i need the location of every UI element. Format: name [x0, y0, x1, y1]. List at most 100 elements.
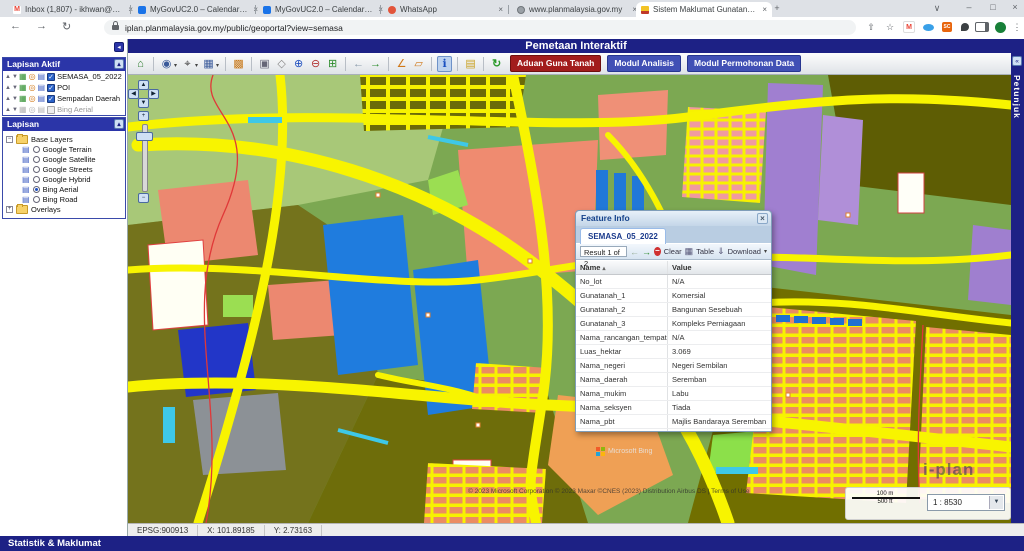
chevron-down-icon[interactable]: ▼ — [989, 496, 1003, 509]
move-down-icon[interactable]: ▼ — [12, 107, 18, 113]
layer-zoom-icon[interactable]: ◎ — [29, 105, 36, 114]
popup-title-bar[interactable]: Feature Info × — [576, 211, 771, 226]
search-icon[interactable]: ⌖ — [180, 56, 195, 72]
move-down-icon[interactable]: ▼ — [12, 85, 18, 91]
base-layer-radio[interactable] — [32, 185, 40, 193]
extensions-pin-icon[interactable] — [958, 20, 972, 34]
close-icon[interactable]: × — [757, 213, 768, 224]
pan-east-button[interactable]: ▶ — [148, 89, 159, 99]
identify-icon[interactable]: ℹ — [437, 55, 453, 72]
browser-menu-icon[interactable]: ⋮ — [1010, 20, 1024, 34]
tab-close-icon[interactable]: × — [762, 5, 767, 14]
clear-icon[interactable]: − — [654, 247, 661, 256]
legend-strip-label[interactable]: Petunjuk — [1012, 75, 1022, 119]
layer-zoom-icon[interactable]: ◎ — [29, 83, 36, 92]
move-down-icon[interactable]: ▼ — [12, 74, 18, 80]
attribute-row[interactable]: Nama_seksyen Tiada — [576, 401, 771, 415]
aduan-guna-tanah-button[interactable]: Aduan Guna Tanah — [510, 55, 602, 72]
dropdown-caret-icon[interactable]: ▾ — [764, 248, 767, 255]
scale-select[interactable]: 1 : 8530 ▼ — [927, 494, 1005, 511]
base-layer-radio[interactable] — [32, 175, 40, 183]
zoom-out-button[interactable]: − — [138, 193, 149, 203]
next-result-icon[interactable]: → — [642, 247, 651, 257]
attribute-row[interactable]: Gunatanah_3 Kompleks Perniagaan — [576, 317, 771, 331]
profile-avatar[interactable] — [993, 20, 1007, 34]
tab-mygov-sept[interactable]: MyGovUC2.0 – Calendar - Septe... × — [258, 2, 388, 17]
reload-icon[interactable]: ↻ — [62, 20, 71, 33]
pan-west-button[interactable]: ◀ — [128, 89, 139, 99]
share-icon[interactable]: ⇧ — [864, 20, 878, 34]
dropdown-caret-icon[interactable]: ▾ — [216, 62, 219, 69]
expand-legend-button[interactable]: « — [1012, 56, 1022, 66]
map-image-icon[interactable]: ▩ — [231, 56, 246, 72]
previous-result-icon[interactable]: ← — [630, 247, 639, 257]
layer-checkbox[interactable]: ✓ — [47, 72, 56, 81]
layer-style-icon[interactable]: ▦ — [19, 94, 27, 103]
dropdown-caret-icon[interactable]: ▾ — [174, 62, 177, 69]
side-panel-icon[interactable] — [975, 20, 989, 34]
sc-extension-icon[interactable]: SC — [940, 20, 954, 34]
tree-group-overlays[interactable]: + Overlays — [6, 203, 125, 214]
layer-checkbox[interactable]: ✓ — [47, 105, 56, 114]
attribute-row[interactable]: Nama_mukim Labu — [576, 387, 771, 401]
zoom-slider-handle[interactable] — [136, 132, 153, 141]
move-up-icon[interactable]: ▲ — [5, 107, 11, 113]
landuse-map-canvas[interactable] — [128, 75, 1011, 523]
select-icon[interactable]: ▣ — [257, 56, 272, 72]
collapse-panel-icon[interactable]: ▴ — [114, 119, 124, 129]
bookmark-star-icon[interactable]: ☆ — [883, 20, 897, 34]
pan-south-button[interactable]: ▼ — [138, 98, 149, 108]
attribute-row[interactable]: Luas_hektar 3.069 — [576, 345, 771, 359]
active-layer-row[interactable]: ▲ ▼ ▦ ◎ ▤ ✓ POI — [3, 82, 125, 93]
move-up-icon[interactable]: ▲ — [5, 85, 11, 91]
layer-style-icon[interactable]: ▦ — [19, 83, 27, 92]
back-icon[interactable]: ← — [10, 20, 21, 32]
gmail-extension-icon[interactable]: M — [902, 20, 916, 34]
attribute-row[interactable]: No_lot N/A — [576, 275, 771, 289]
tab-planmalaysia[interactable]: www.planmalaysia.gov.my × — [512, 2, 642, 17]
col-name-header[interactable]: Name — [580, 263, 600, 272]
col-value-header[interactable]: Value — [668, 261, 771, 274]
window-minimize-button[interactable]: – — [962, 2, 976, 12]
attribute-row[interactable]: Nama_rancangan_tempatan N/A — [576, 331, 771, 345]
attribute-row[interactable]: Nama_pbt Majlis Bandaraya Seremban — [576, 415, 771, 429]
attribute-row[interactable]: Nama_negeri Negeri Sembilan — [576, 359, 771, 373]
collapse-node-icon[interactable]: − — [6, 135, 13, 143]
base-layer-radio[interactable] — [32, 145, 40, 153]
layer-checkbox[interactable]: ✓ — [47, 83, 56, 92]
base-layer-option[interactable]: ▤ Google Terrain — [6, 144, 125, 154]
previous-extent-icon[interactable]: ← — [351, 56, 366, 72]
measure-distance-icon[interactable]: ∠ — [394, 56, 409, 72]
tab-search-chevron-icon[interactable]: ∨ — [930, 3, 944, 14]
move-down-icon[interactable]: ▼ — [12, 96, 18, 102]
layer-style-icon[interactable]: ▦ — [19, 72, 27, 81]
home-icon[interactable]: ⌂ — [133, 56, 148, 72]
base-layer-option[interactable]: ▤ Bing Road — [6, 194, 125, 204]
window-close-button[interactable]: × — [1008, 2, 1022, 12]
grid-header-row[interactable]: Name ▴ Value — [576, 261, 771, 275]
collapse-sidebar-button[interactable]: ◂ — [114, 42, 124, 52]
new-tab-button[interactable]: + — [770, 3, 784, 13]
attribute-row[interactable]: Gunatanah_1 Komersial — [576, 289, 771, 303]
map-viewport[interactable] — [128, 75, 1011, 523]
base-layer-option[interactable]: ▤ Bing Aerial — [6, 184, 125, 194]
tab-whatsapp[interactable]: WhatsApp × — [383, 2, 508, 17]
move-up-icon[interactable]: ▲ — [5, 96, 11, 102]
base-layer-radio[interactable] — [32, 155, 40, 163]
active-layer-row[interactable]: ▲ ▼ ▦ ◎ ▤ ✓ SEMASA_05_2022 — [3, 71, 125, 82]
modul-analisis-button[interactable]: Modul Analisis — [607, 55, 682, 72]
tab-close-icon[interactable]: × — [498, 5, 503, 14]
tab-gmail[interactable]: M Inbox (1,807) - ikhwan@planma... × — [8, 2, 138, 17]
basemap-icon[interactable]: ◉ — [159, 56, 174, 72]
measure-area-icon[interactable]: ▱ — [411, 56, 426, 72]
forward-icon[interactable]: → — [36, 20, 47, 32]
table-icon[interactable]: ▦ — [685, 246, 694, 257]
tab-mygov-search[interactable]: MyGovUC2.0 – Calendar - Search × — [133, 2, 263, 17]
expand-node-icon[interactable]: + — [6, 205, 13, 213]
window-maximize-button[interactable]: □ — [986, 2, 1000, 12]
download-icon[interactable]: ⇓ — [717, 246, 725, 257]
base-layer-radio[interactable] — [32, 195, 40, 203]
attribute-row[interactable]: Tahun_data2022 — [576, 429, 771, 431]
tree-group-base-layers[interactable]: − Base Layers — [6, 133, 125, 144]
base-layer-option[interactable]: ▤ Google Streets — [6, 164, 125, 174]
